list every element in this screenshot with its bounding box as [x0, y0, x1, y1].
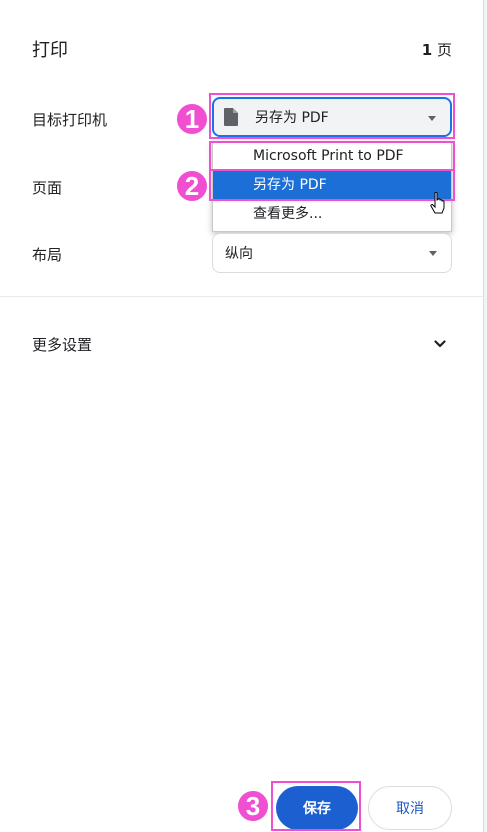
option-see-more[interactable]: 查看更多... — [213, 200, 451, 229]
mouse-pointer-icon — [430, 191, 446, 220]
destination-dropdown: Microsoft Print to PDF 另存为 PDF 查看更多... — [212, 141, 452, 232]
pages-label: 页面 — [32, 179, 63, 197]
more-settings-toggle[interactable]: 更多设置 — [32, 334, 452, 354]
page-count-number: 1 — [421, 41, 433, 59]
page-count-unit: 页 — [436, 41, 452, 59]
dropdown-arrow-icon — [429, 251, 437, 256]
more-settings-label: 更多设置 — [32, 336, 93, 354]
layout-selected-value: 纵向 — [225, 246, 253, 262]
layout-label: 布局 — [32, 246, 63, 264]
destination-label: 目标打印机 — [32, 111, 108, 129]
scrollbar-edge — [483, 0, 487, 832]
chevron-down-icon — [434, 336, 446, 354]
document-icon — [224, 108, 238, 126]
save-button[interactable]: 保存 — [276, 786, 358, 830]
step-badge-1: 1 — [175, 102, 209, 136]
cancel-button[interactable]: 取消 — [368, 786, 452, 830]
option-microsoft-print-to-pdf[interactable]: Microsoft Print to PDF — [213, 142, 451, 171]
section-divider — [0, 296, 483, 297]
step-badge-2: 2 — [175, 169, 209, 203]
option-save-as-pdf[interactable]: 另存为 PDF — [213, 171, 451, 200]
layout-select[interactable]: 纵向 — [212, 233, 452, 273]
destination-selected-value: 另存为 PDF — [255, 110, 329, 126]
dropdown-arrow-icon — [428, 116, 436, 121]
page-count: 1 页 — [422, 39, 452, 60]
destination-select[interactable]: 另存为 PDF — [212, 97, 452, 137]
dialog-title: 打印 — [32, 40, 68, 61]
step-badge-3: 3 — [236, 789, 270, 823]
